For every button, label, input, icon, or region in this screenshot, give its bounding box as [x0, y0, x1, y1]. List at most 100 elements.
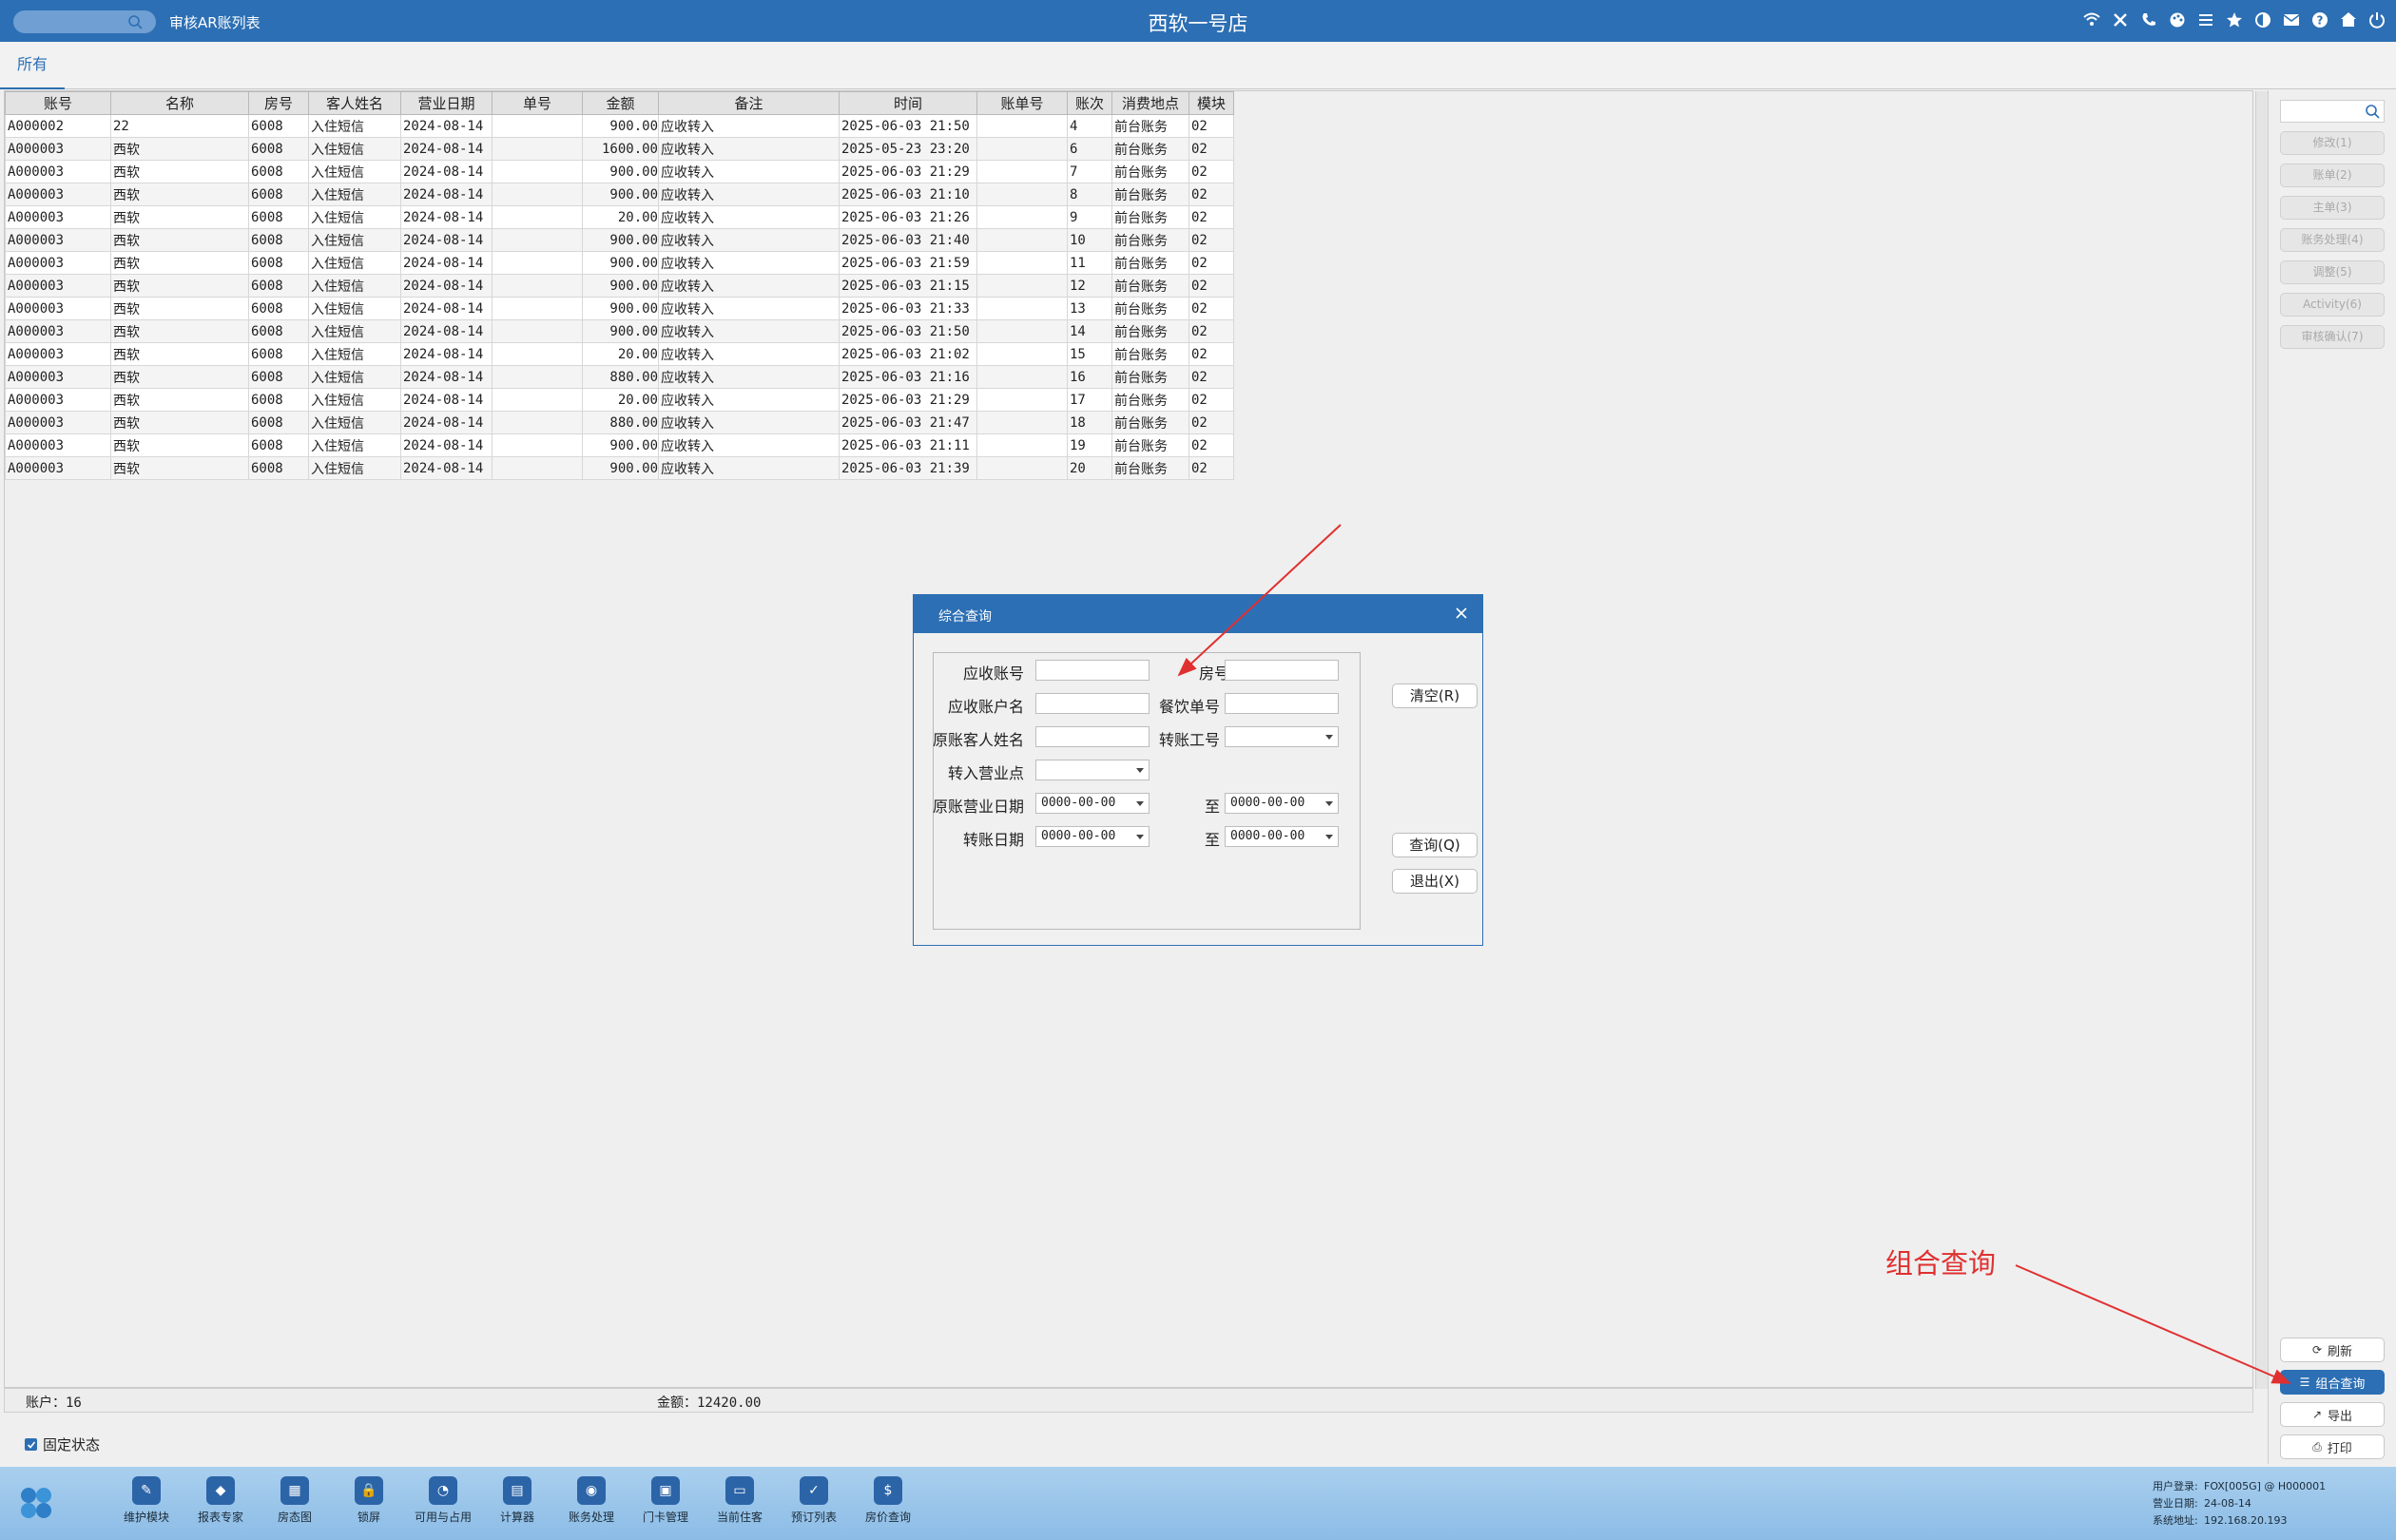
dialog-title: 综合查询	[938, 609, 992, 625]
table-row[interactable]: A000003 西软 6008 入住短信 2024-08-14 900.00 应收转入 202…	[5, 274, 1234, 298]
help-icon[interactable]: ?	[2310, 10, 2329, 29]
table-row[interactable]: A000003 西软 6008 入住短信 2024-08-14 900.00 应收转入 202…	[5, 160, 1234, 183]
ar-account-input[interactable]	[1035, 660, 1150, 681]
table-row[interactable]: A000003 西软 6008 入住短信 2024-08-14 880.00 应收转入 202…	[5, 365, 1234, 389]
table-cell	[976, 388, 1068, 412]
column-header[interactable]: 时间	[839, 91, 977, 115]
table-row[interactable]: A000003 西软 6008 入住短信 2024-08-14 900.00 应收转入 202…	[5, 228, 1234, 252]
table-row[interactable]: A000003 西软 6008 入住短信 2024-08-14 880.00 应收转入 202…	[5, 411, 1234, 434]
taskbar-item[interactable]: 🔒 锁屏	[332, 1476, 406, 1525]
exit-button[interactable]: 退出(X)	[1392, 869, 1478, 894]
column-header[interactable]: 模块	[1188, 91, 1234, 115]
column-header[interactable]: 客人姓名	[308, 91, 401, 115]
transfer-staff-select[interactable]	[1225, 726, 1339, 747]
table-cell: 18	[1067, 411, 1112, 434]
taskbar-item[interactable]: ✎ 维护模块	[109, 1476, 184, 1525]
ar-account-name-input[interactable]	[1035, 693, 1150, 714]
mail-icon[interactable]	[2282, 10, 2301, 29]
table-row[interactable]: A000003 西软 6008 入住短信 2024-08-14 1600.00 应收转入 20…	[5, 137, 1234, 161]
column-header[interactable]: 房号	[248, 91, 309, 115]
home-icon[interactable]	[2339, 10, 2358, 29]
table-row[interactable]: A000002 22 6008 入住短信 2024-08-14 900.00 应收转入 202…	[5, 114, 1234, 138]
table-cell: 前台账务	[1111, 365, 1189, 389]
query-button[interactable]: 查询(Q)	[1392, 833, 1478, 857]
app-logo-icon[interactable]	[17, 1484, 55, 1522]
table-row[interactable]: A000003 西软 6008 入住短信 2024-08-14 900.00 应收转入 202…	[5, 456, 1234, 480]
table-cell: 西软	[110, 456, 249, 480]
column-header[interactable]: 名称	[110, 91, 249, 115]
fixed-state-checkbox[interactable]: 固定状态	[25, 1434, 100, 1454]
refresh-button[interactable]: ⟳ 刷新	[2280, 1338, 2385, 1362]
column-header[interactable]: 金额	[582, 91, 659, 115]
orig-business-date-to[interactable]: 0000-00-00	[1225, 793, 1339, 814]
tab-all[interactable]: 所有	[0, 42, 65, 89]
side-search-input[interactable]	[2280, 100, 2385, 123]
power-icon[interactable]	[2367, 10, 2386, 29]
orig-business-date-from[interactable]: 0000-00-00	[1035, 793, 1150, 814]
table-row[interactable]: A000003 西软 6008 入住短信 2024-08-14 20.00 应收转入 2025…	[5, 388, 1234, 412]
taskbar-item[interactable]: $ 房价查询	[851, 1476, 925, 1525]
master-bill-button[interactable]: 主单(3)	[2280, 196, 2385, 220]
modify-button[interactable]: 修改(1)	[2280, 131, 2385, 155]
menu-icon[interactable]	[2196, 10, 2215, 29]
room-no-input[interactable]	[1225, 660, 1339, 681]
taskbar-item[interactable]: ▭ 当前住客	[703, 1476, 777, 1525]
taskbar-item[interactable]: ▣ 门卡管理	[628, 1476, 703, 1525]
audit-confirm-button[interactable]: 审核确认(7)	[2280, 325, 2385, 349]
print-button[interactable]: ⎙ 打印	[2280, 1434, 2385, 1459]
table-row[interactable]: A000003 西软 6008 入住短信 2024-08-14 20.00 应收转入 2025…	[5, 205, 1234, 229]
table-row[interactable]: A000003 西软 6008 入住短信 2024-08-14 900.00 应收转入 202…	[5, 183, 1234, 206]
table-cell	[976, 137, 1068, 161]
table-cell: 前台账务	[1111, 319, 1189, 343]
taskbar-item[interactable]: ◆ 报表专家	[184, 1476, 258, 1525]
refresh-label: 刷新	[2328, 1344, 2353, 1359]
star-icon[interactable]	[2225, 10, 2244, 29]
table-cell: 2024-08-14	[400, 274, 493, 298]
contrast-icon[interactable]	[2253, 10, 2272, 29]
transfer-date-to[interactable]: 0000-00-00	[1225, 826, 1339, 847]
column-header[interactable]: 备注	[658, 91, 840, 115]
phone-icon[interactable]	[2139, 10, 2158, 29]
taskbar-item[interactable]: ◉ 账务处理	[554, 1476, 628, 1525]
palette-icon[interactable]	[2168, 10, 2187, 29]
adjust-button[interactable]: 调整(5)	[2280, 260, 2385, 284]
taskbar-item[interactable]: ✓ 预订列表	[777, 1476, 851, 1525]
activity-button[interactable]: Activity(6)	[2280, 293, 2385, 317]
orig-guest-name-input[interactable]	[1035, 726, 1150, 747]
table-cell: 应收转入	[658, 274, 840, 298]
table-row[interactable]: A000003 西软 6008 入住短信 2024-08-14 900.00 应收转入 202…	[5, 319, 1234, 343]
table-cell: 02	[1188, 433, 1234, 457]
transfer-outlet-select[interactable]	[1035, 760, 1150, 780]
clear-button[interactable]: 清空(R)	[1392, 683, 1478, 708]
table-row[interactable]: A000003 西软 6008 入住短信 2024-08-14 900.00 应收转入 202…	[5, 433, 1234, 457]
column-header[interactable]: 营业日期	[400, 91, 493, 115]
column-header[interactable]: 消费地点	[1111, 91, 1189, 115]
column-header[interactable]: 账单号	[976, 91, 1068, 115]
close-icon[interactable]	[1452, 604, 1471, 623]
wifi-icon[interactable]	[2082, 10, 2101, 29]
column-header[interactable]: 账次	[1067, 91, 1112, 115]
export-button[interactable]: ↗ 导出	[2280, 1402, 2385, 1427]
table-row[interactable]: A000003 西软 6008 入住短信 2024-08-14 900.00 应收转入 202…	[5, 297, 1234, 320]
transfer-date-from[interactable]: 0000-00-00	[1035, 826, 1150, 847]
combined-query-button[interactable]: ☰ 组合查询	[2280, 1370, 2385, 1395]
search-icon[interactable]	[2365, 104, 2380, 119]
tools-icon[interactable]	[2111, 10, 2130, 29]
table-cell: 前台账务	[1111, 456, 1189, 480]
bill-button[interactable]: 账单(2)	[2280, 164, 2385, 187]
checkbox-checked-icon[interactable]	[25, 1438, 37, 1451]
column-header[interactable]: 账号	[5, 91, 111, 115]
table-cell	[976, 365, 1068, 389]
taskbar-item[interactable]: ◔ 可用与占用	[406, 1476, 480, 1525]
account-processing-button[interactable]: 账务处理(4)	[2280, 228, 2385, 252]
table-cell: 入住短信	[308, 297, 401, 320]
table-cell: 02	[1188, 388, 1234, 412]
table-row[interactable]: A000003 西软 6008 入住短信 2024-08-14 20.00 应收转入 2025…	[5, 342, 1234, 366]
table-row[interactable]: A000003 西软 6008 入住短信 2024-08-14 900.00 应收转入 202…	[5, 251, 1234, 275]
column-header[interactable]: 单号	[492, 91, 583, 115]
table-cell: 900.00	[582, 160, 659, 183]
fnb-bill-no-input[interactable]	[1225, 693, 1339, 714]
taskbar-item[interactable]: ▤ 计算器	[480, 1476, 554, 1525]
table-cell: 900.00	[582, 319, 659, 343]
taskbar-item[interactable]: ▦ 房态图	[258, 1476, 332, 1525]
